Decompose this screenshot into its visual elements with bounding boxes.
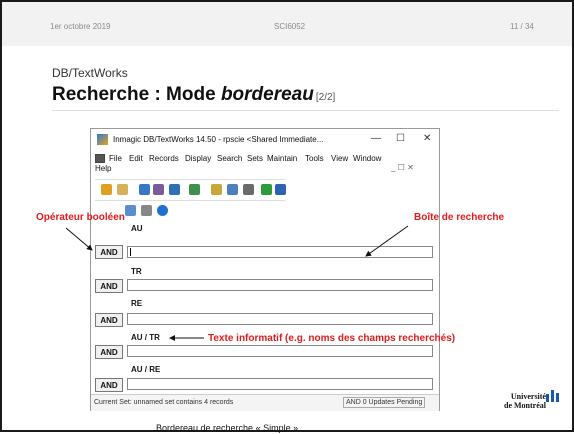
window-titlebar: Inmagic DB/TextWorks 14.50 - rpscie <Sha… <box>91 129 439 151</box>
menu-display[interactable]: Display <box>185 154 211 163</box>
slide-title: Recherche : Mode bordereau [2/2] <box>52 84 336 105</box>
arrow-boolean-operator <box>65 227 93 251</box>
annotation-info-text: Texte informatif (e.g. noms des champs r… <box>208 333 456 344</box>
help-icon[interactable] <box>275 184 286 195</box>
slide-subtitle: DB/TextWorks <box>52 66 128 80</box>
menu-bar: File Edit Records Display Search Sets Ma… <box>91 152 439 176</box>
app-window: Inmagic DB/TextWorks 14.50 - rpscie <Sha… <box>90 128 440 411</box>
search-icon[interactable] <box>139 184 150 195</box>
text-cursor <box>130 248 131 256</box>
university-logo: Université de Montréal <box>504 392 546 410</box>
annotation-search-box: Boîte de recherche <box>414 212 505 223</box>
field-label-au-re: AU / RE <box>131 365 161 374</box>
menu-tools[interactable]: Tools <box>305 154 324 163</box>
menu-file[interactable]: File <box>109 154 122 163</box>
search-field-au[interactable] <box>127 246 433 258</box>
operator-button-2[interactable]: AND <box>95 279 123 293</box>
toolbar <box>95 179 286 201</box>
info-icon[interactable] <box>157 205 168 216</box>
status-pending: AND 0 Updates Pending <box>343 397 426 408</box>
operator-button-4[interactable]: AND <box>95 345 123 359</box>
search-field-tr[interactable] <box>127 279 433 291</box>
save-icon[interactable] <box>261 184 272 195</box>
menu-records[interactable]: Records <box>149 154 179 163</box>
course-code: SCI6052 <box>274 22 306 31</box>
field-label-au-tr: AU / TR <box>131 333 160 342</box>
search-field-re[interactable] <box>127 313 433 325</box>
mdi-controls[interactable]: _ ☐ ✕ <box>391 163 414 172</box>
table-icon[interactable] <box>227 184 238 195</box>
print-icon[interactable] <box>243 184 254 195</box>
app-logo-icon <box>97 134 108 145</box>
title-divider <box>52 110 559 111</box>
doc-menu-icon[interactable] <box>95 154 105 163</box>
menu-edit[interactable]: Edit <box>129 154 143 163</box>
menu-help[interactable]: Help <box>95 164 111 173</box>
open-icon[interactable] <box>117 184 128 195</box>
grid-icon[interactable] <box>141 205 152 216</box>
status-bar: Current Set: unnamed set contains 4 reco… <box>91 394 439 411</box>
menu-view[interactable]: View <box>331 154 348 163</box>
find-icon[interactable] <box>153 184 164 195</box>
status-text: Current Set: unnamed set contains 4 reco… <box>94 399 234 406</box>
window-title: Inmagic DB/TextWorks 14.50 - rpscie <Sha… <box>113 135 324 144</box>
menu-window[interactable]: Window <box>353 154 381 163</box>
menu-search[interactable]: Search <box>217 154 242 163</box>
university-emblem-icon <box>546 390 559 402</box>
operator-button-1[interactable]: AND <box>95 245 123 259</box>
sort-icon[interactable] <box>211 184 222 195</box>
slide: 1er octobre 2019 SCI6052 11 / 34 DB/Text… <box>0 0 574 433</box>
minimize-button[interactable]: — <box>371 133 381 144</box>
report-icon[interactable] <box>189 184 200 195</box>
search-field-au-tr[interactable] <box>127 345 433 357</box>
field-label-au: AU <box>131 224 143 233</box>
slide-header: 1er octobre 2019 SCI6052 11 / 34 <box>2 2 572 46</box>
slide-date: 1er octobre 2019 <box>50 22 111 31</box>
maximize-button[interactable]: ☐ <box>396 133 405 144</box>
form-icon[interactable] <box>125 205 136 216</box>
menu-sets[interactable]: Sets <box>247 154 263 163</box>
annotation-boolean-operator: Opérateur booléen <box>36 212 125 223</box>
operator-button-3[interactable]: AND <box>95 313 123 327</box>
close-button[interactable]: ✕ <box>423 133 431 144</box>
search-field-au-re[interactable] <box>127 378 433 390</box>
operator-button-5[interactable]: AND <box>95 378 123 392</box>
page-number: 11 / 34 <box>510 22 534 31</box>
new-record-icon[interactable] <box>101 184 112 195</box>
field-label-tr: TR <box>131 267 142 276</box>
field-label-re: RE <box>131 299 143 308</box>
menu-maintain[interactable]: Maintain <box>267 154 297 163</box>
refresh-icon[interactable] <box>169 184 180 195</box>
